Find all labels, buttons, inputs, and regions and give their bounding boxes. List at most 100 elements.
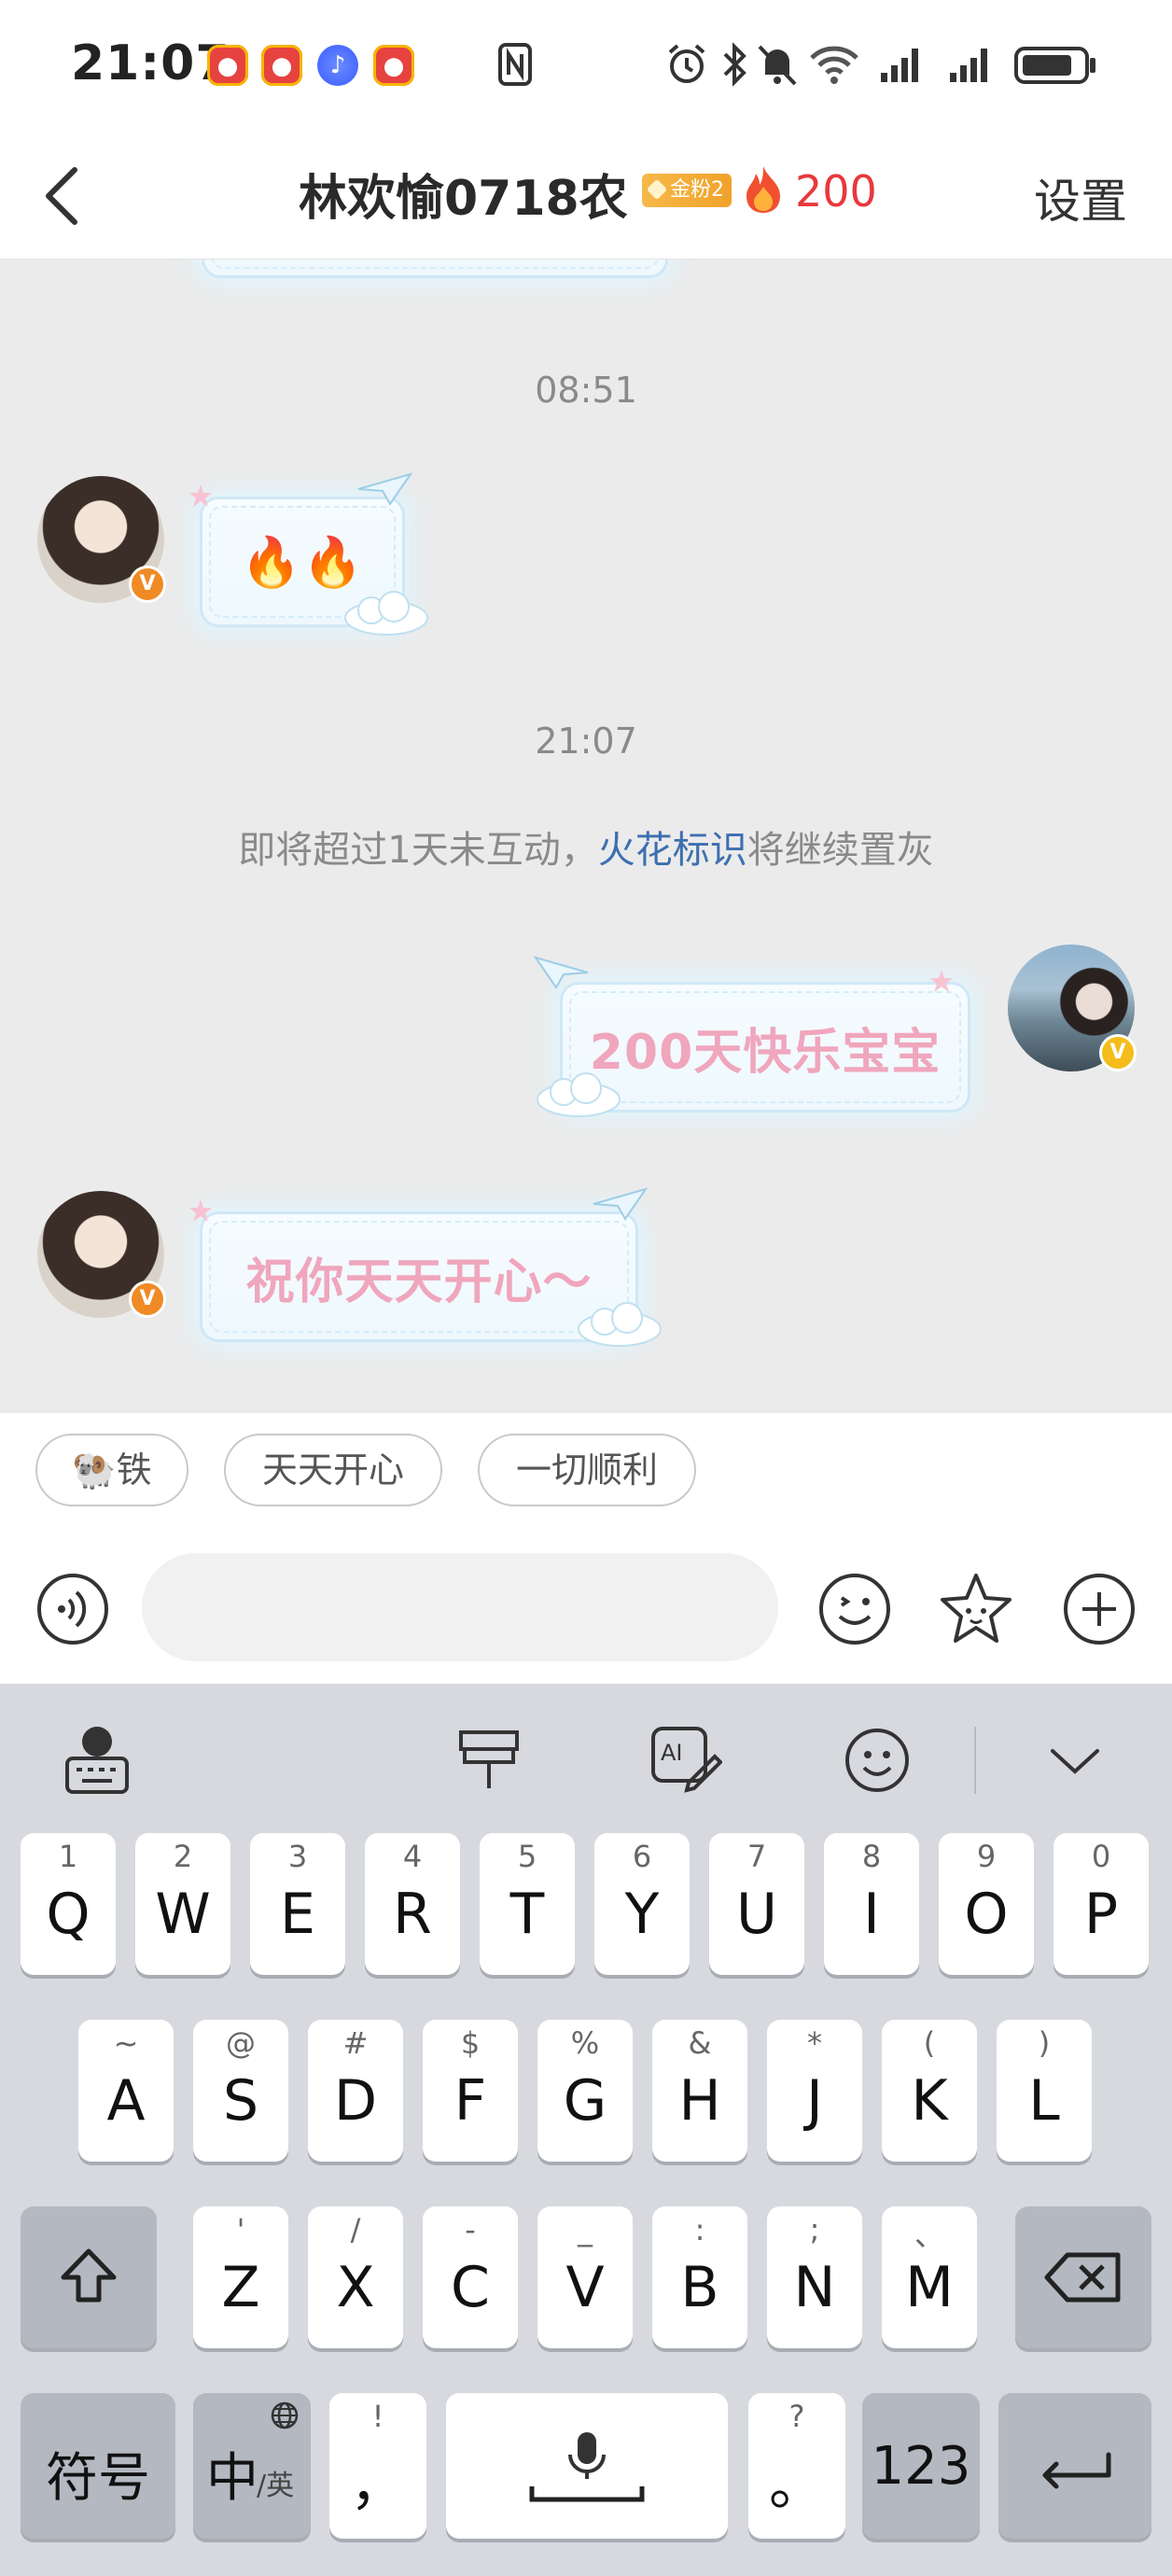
message-bubble[interactable]: 🔥🔥 [189, 472, 428, 636]
weibo-notification-icon [207, 45, 248, 86]
spark-fire-icon [746, 166, 780, 213]
key[interactable]: (K [882, 2020, 977, 2162]
enter-key[interactable] [998, 2393, 1151, 2539]
ai-writing-icon[interactable]: AI [648, 1723, 722, 1798]
star-decoration-icon [189, 1199, 212, 1222]
my-avatar[interactable]: V [1008, 945, 1137, 1071]
key[interactable]: & H [652, 2020, 747, 2162]
message-input[interactable] [142, 1553, 778, 1661]
message-bubble[interactable]: 祝你天天开心～ [189, 1187, 662, 1347]
key[interactable]: ) L [997, 2020, 1092, 2162]
backspace-key[interactable] [1015, 2206, 1151, 2348]
spark-count: 200 [795, 166, 877, 217]
key[interactable]: ~ A [78, 2020, 174, 2162]
nfc-icon [498, 43, 532, 86]
key[interactable]: :B [652, 2206, 747, 2348]
message-bubble-partial [202, 259, 668, 278]
weibo-notification-icon [373, 45, 414, 86]
key[interactable]: _ V [537, 2206, 633, 2348]
verified-badge-icon: V [129, 566, 166, 603]
keyboard-language-icon[interactable] [60, 1723, 134, 1798]
period-key[interactable]: ? 。 [748, 2393, 845, 2539]
timestamp: 21:07 [535, 721, 637, 762]
input-bar [0, 1542, 1172, 1684]
key[interactable]: 7U [709, 1833, 804, 1975]
globe-icon [271, 2401, 299, 2429]
verified-badge-icon: V [129, 1281, 166, 1318]
contact-avatar[interactable]: V [37, 476, 166, 603]
sticker-button[interactable] [937, 1570, 1015, 1648]
signal-icon [950, 49, 987, 82]
key[interactable]: $ F [423, 2020, 518, 2162]
key[interactable]: # D [308, 2020, 403, 2162]
status-bar: 21:07 ♪ [0, 0, 1172, 131]
status-time: 21:07 [71, 35, 230, 91]
key[interactable]: 、 M [882, 2206, 977, 2348]
key[interactable]: 8I [824, 1833, 919, 1975]
cloud-decoration-icon [344, 591, 428, 636]
key[interactable]: 0P [1053, 1833, 1149, 1975]
system-notice: 即将超过1天未互动，火花标识将继续置灰 [0, 819, 1172, 874]
quick-reply-chip[interactable]: 🐏铁 [35, 1434, 188, 1506]
key[interactable]: ; N [767, 2206, 862, 2348]
shift-key[interactable] [21, 2206, 157, 2348]
paper-plane-icon [357, 472, 412, 506]
paper-plane-icon [534, 956, 589, 989]
key[interactable]: * J [767, 2020, 862, 2162]
key[interactable]: 2W [135, 1833, 230, 1975]
verified-badge-icon: V [1099, 1034, 1137, 1071]
language-switch-key[interactable]: 中 /英 [193, 2393, 311, 2539]
mute-icon [758, 45, 797, 86]
key[interactable]: 6Y [594, 1833, 690, 1975]
back-button[interactable] [34, 159, 99, 233]
numbers-key[interactable]: 123 [862, 2393, 980, 2539]
comma-key[interactable]: ! ， [329, 2393, 426, 2539]
key[interactable]: % G [537, 2020, 633, 2162]
battery-icon [1014, 47, 1095, 84]
message-text: 200天快乐宝宝 [589, 1024, 942, 1081]
voice-input-button[interactable] [35, 1572, 110, 1646]
contact-avatar[interactable]: V [37, 1191, 166, 1318]
star-decoration-icon [930, 970, 953, 992]
key[interactable]: 9O [939, 1833, 1034, 1975]
collapse-keyboard-icon[interactable] [1038, 1723, 1112, 1798]
message-text: 祝你天天开心～ [245, 1253, 593, 1310]
key[interactable]: @ S [193, 2020, 288, 2162]
signal-icon [881, 49, 918, 82]
toolbar-divider [974, 1727, 976, 1794]
chat-header: 林欢愉0718农 金粉2 200 设置 [0, 131, 1172, 259]
key[interactable]: 5T [480, 1833, 575, 1975]
quick-reply-chip[interactable]: 一切顺利 [478, 1434, 696, 1506]
cloud-decoration-icon [537, 1072, 621, 1117]
music-notification-icon: ♪ [317, 45, 358, 86]
emoji-button[interactable] [816, 1570, 894, 1648]
emoji-icon[interactable] [840, 1723, 914, 1798]
system-notice-text: 即将超过1天未互动， [238, 829, 598, 872]
shift-icon [61, 2248, 117, 2303]
chat-title[interactable]: 林欢愉0718农 [299, 159, 628, 229]
chat-messages[interactable]: 08:51 V 🔥🔥 21:07 即将超过1天未互动，火花标识将继续置灰 200… [0, 259, 1172, 1413]
timestamp: 08:51 [535, 370, 637, 411]
key[interactable]: 4R [365, 1833, 460, 1975]
key[interactable]: ' Z [193, 2206, 288, 2348]
paint-brush-icon[interactable] [452, 1723, 526, 1798]
spark-mark-link[interactable]: 火花标识 [598, 829, 747, 872]
star-decoration-icon [189, 484, 212, 507]
backspace-icon [1044, 2252, 1121, 2303]
microphone-icon [529, 2432, 645, 2502]
key[interactable]: 3E [250, 1833, 345, 1975]
add-more-button[interactable] [1060, 1570, 1138, 1648]
settings-button[interactable]: 设置 [1034, 164, 1127, 231]
message-text: 🔥🔥 [241, 534, 364, 591]
quick-reply-chip[interactable]: 天天开心 [224, 1434, 442, 1506]
message-bubble-sent[interactable]: 200天快乐宝宝 [534, 956, 970, 1117]
weibo-notification-icon [261, 45, 302, 86]
symbols-key[interactable]: 符号 [21, 2393, 175, 2539]
key[interactable]: 1Q [21, 1833, 116, 1975]
space-key[interactable] [446, 2393, 728, 2539]
key[interactable]: / X [308, 2206, 403, 2348]
wifi-icon [810, 46, 858, 84]
cloud-decoration-icon [578, 1302, 662, 1347]
key[interactable]: -C [423, 2206, 518, 2348]
system-notice-text: 将继续置灰 [746, 829, 934, 872]
